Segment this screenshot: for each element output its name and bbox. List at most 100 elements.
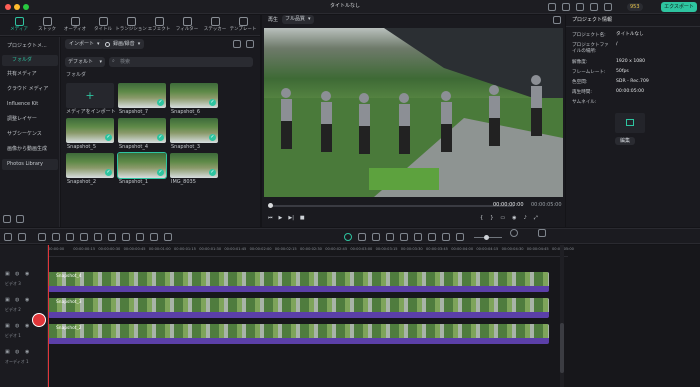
audio-icon[interactable] xyxy=(150,233,158,241)
image-icon[interactable] xyxy=(414,233,422,241)
playback-progress[interactable] xyxy=(270,205,514,207)
mute-icon[interactable]: ◉ xyxy=(25,324,29,329)
tab-6[interactable]: フィルター xyxy=(174,17,200,33)
circle-icon[interactable] xyxy=(358,233,366,241)
undo-icon[interactable] xyxy=(38,233,46,241)
media-tile[interactable]: ✓ Snapshot_2 xyxy=(66,153,114,187)
tab-1[interactable]: ストック xyxy=(34,17,60,33)
lock-icon[interactable]: ▣ xyxy=(5,324,10,329)
camera-icon[interactable]: ◉ xyxy=(512,216,516,221)
close-window-icon[interactable] xyxy=(5,4,11,10)
bell-icon[interactable] xyxy=(562,3,570,11)
maximize-window-icon[interactable] xyxy=(23,4,29,10)
lock-icon[interactable]: ▣ xyxy=(5,272,10,277)
cut-icon[interactable] xyxy=(80,233,88,241)
mark-out-icon[interactable]: } xyxy=(490,216,493,221)
media-tile[interactable]: ✓ Snapshot_6 xyxy=(170,83,218,117)
split-icon[interactable] xyxy=(428,233,436,241)
delete-icon[interactable] xyxy=(66,233,74,241)
mark-in-icon[interactable]: { xyxy=(480,216,483,221)
thumbnail-preview[interactable] xyxy=(615,113,645,133)
eye-icon[interactable]: ◍ xyxy=(15,350,19,355)
lock-icon[interactable]: ▣ xyxy=(5,298,10,303)
stop-icon[interactable]: ■ xyxy=(300,216,305,221)
tab-7[interactable]: ステッカー xyxy=(202,17,228,33)
project-info-tab[interactable]: プロジェクト情報 xyxy=(572,18,612,23)
media-tile[interactable]: ✓ Snapshot_5 xyxy=(66,118,114,152)
eye-icon[interactable]: ◍ xyxy=(15,272,19,277)
download-icon[interactable] xyxy=(604,3,612,11)
layout-icon[interactable] xyxy=(576,3,584,11)
more-icon[interactable] xyxy=(164,233,172,241)
timeline-clip[interactable]: Snapshot_3 xyxy=(48,298,549,318)
grid-icon[interactable] xyxy=(442,233,450,241)
media-tile[interactable]: ✓ Snapshot_7 xyxy=(118,83,166,117)
import-button[interactable]: インポート ▾ xyxy=(65,39,104,49)
quality-select[interactable]: フル品質 ▾ xyxy=(282,15,314,24)
tab-8[interactable]: テンプレート xyxy=(230,17,256,33)
eye-icon[interactable]: ◍ xyxy=(15,324,19,329)
layout-icon[interactable] xyxy=(538,229,546,237)
crop-icon[interactable] xyxy=(108,233,116,241)
sidebar-item-7[interactable]: 画像から動画生成 xyxy=(2,144,58,155)
media-tile[interactable]: ✓ Snapshot_3 xyxy=(170,118,218,152)
ai-icon[interactable] xyxy=(344,233,352,241)
zoom-in-icon[interactable] xyxy=(510,229,518,237)
video-preview[interactable] xyxy=(264,28,563,197)
redo-icon[interactable] xyxy=(52,233,60,241)
sidebar-item-5[interactable]: 調整レイヤー xyxy=(2,114,58,125)
export-button[interactable]: エクスポート xyxy=(661,2,697,12)
sidebar-item-8[interactable]: Photos Library xyxy=(2,159,58,170)
mic-icon[interactable] xyxy=(400,233,408,241)
new-folder-icon[interactable] xyxy=(3,215,11,223)
snapshot-icon[interactable] xyxy=(553,16,561,24)
shield-icon[interactable] xyxy=(386,233,394,241)
mute-icon[interactable]: ◉ xyxy=(25,272,29,277)
lock-icon[interactable]: ▣ xyxy=(5,350,10,355)
tab-4[interactable]: トランジション xyxy=(115,17,147,33)
progress-handle[interactable] xyxy=(268,203,273,208)
text-icon[interactable] xyxy=(94,233,102,241)
cloud-icon[interactable] xyxy=(590,3,598,11)
tab-0[interactable]: メディア xyxy=(6,17,32,33)
filter-icon[interactable] xyxy=(233,40,241,48)
media-tile[interactable]: ✓ Snapshot_1 xyxy=(118,153,166,187)
play-icon[interactable]: ▶ xyxy=(279,216,283,221)
link-icon[interactable] xyxy=(18,233,26,241)
minus-icon[interactable] xyxy=(456,233,464,241)
import-media-tile[interactable]: + メディアをインポート xyxy=(66,83,116,117)
step-back-icon[interactable]: ⏮ xyxy=(268,216,273,221)
scroll-thumb[interactable] xyxy=(560,323,564,373)
sidebar-item-3[interactable]: クラウド メディア xyxy=(2,84,58,95)
mute-icon[interactable]: ◉ xyxy=(25,298,29,303)
sidebar-item-1[interactable]: フォルダ xyxy=(2,55,58,66)
tab-5[interactable]: エフェクト xyxy=(146,17,172,33)
tab-2[interactable]: オーディオ xyxy=(62,17,88,33)
timeline-clip[interactable]: Snapshot_2 xyxy=(48,324,549,344)
volume-icon[interactable]: ♪ xyxy=(523,216,526,221)
feedback-icon[interactable] xyxy=(548,3,556,11)
sidebar-item-2[interactable]: 共有メディア xyxy=(2,69,58,80)
eye-icon[interactable]: ◍ xyxy=(15,298,19,303)
minimize-window-icon[interactable] xyxy=(14,4,20,10)
time-ruler[interactable]: 00:00:00 00:00:00:15 00:00:00:30 00:00:00:4… xyxy=(48,245,574,257)
sidebar-item-6[interactable]: サブシーケンス xyxy=(2,129,58,140)
record-button[interactable]: 録画/録音 ▾ xyxy=(101,39,145,49)
zoom-handle[interactable] xyxy=(484,235,489,240)
sidebar-item-0[interactable]: プロジェクトメ... xyxy=(2,41,58,52)
scene-icon[interactable] xyxy=(4,233,12,241)
display-icon[interactable]: ▭ xyxy=(500,216,505,221)
tab-3[interactable]: タイトル xyxy=(90,17,116,33)
fullscreen-icon[interactable]: ⤢ xyxy=(534,216,538,221)
sidebar-item-4[interactable]: Influence Kit xyxy=(2,99,58,110)
color-icon[interactable] xyxy=(136,233,144,241)
media-tile[interactable]: ✓ IMG_8035 xyxy=(170,153,218,187)
media-tile[interactable]: ✓ Snapshot_4 xyxy=(118,118,166,152)
step-forward-icon[interactable]: ▶| xyxy=(288,216,294,221)
playhead[interactable] xyxy=(48,245,49,387)
sort-select[interactable]: デフォルト ▾ xyxy=(65,57,105,67)
more-icon[interactable] xyxy=(246,40,254,48)
search-field[interactable]: ⌕ 検索 xyxy=(109,57,253,67)
timeline-clip[interactable]: Snapshot_4 xyxy=(48,272,549,292)
folder-icon[interactable] xyxy=(16,215,24,223)
